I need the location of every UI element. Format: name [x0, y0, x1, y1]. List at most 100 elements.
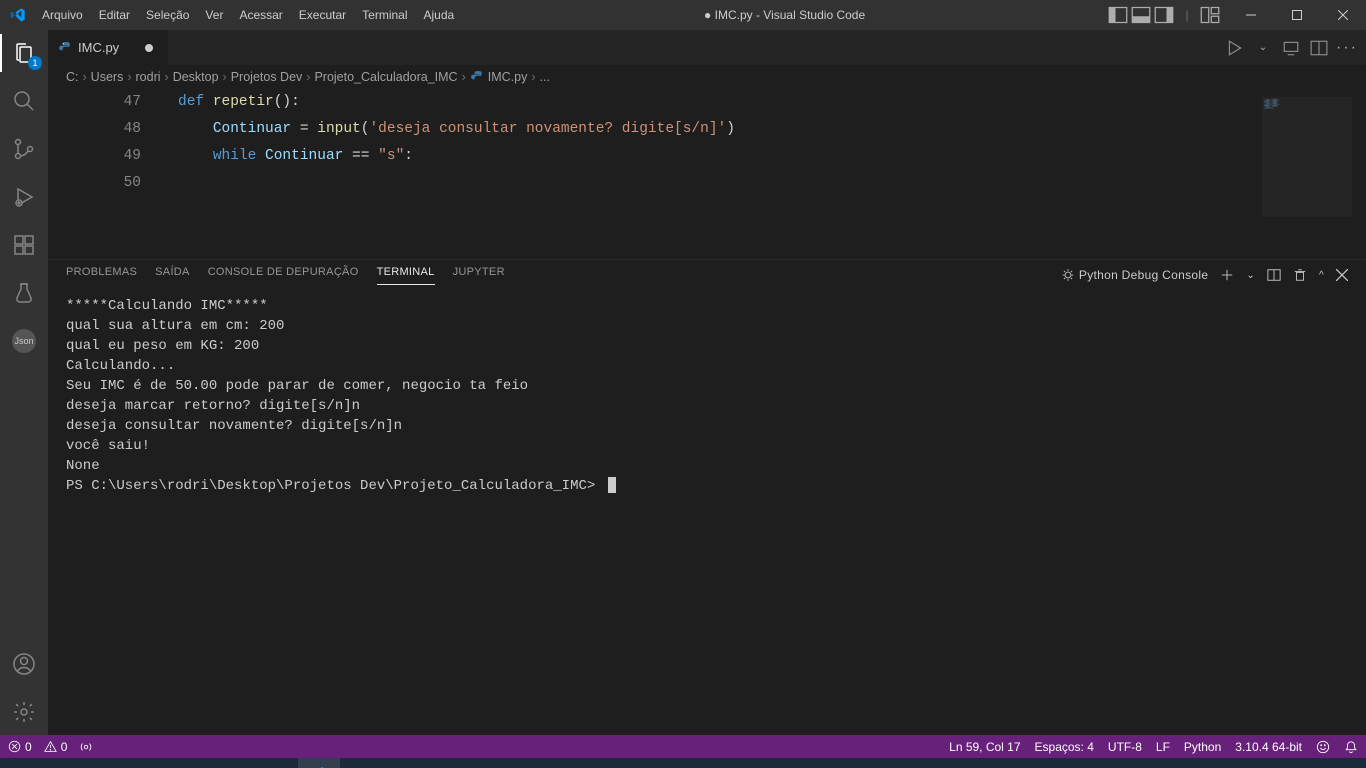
- terminal-profile-label: Python Debug Console: [1079, 268, 1208, 282]
- crumb-1[interactable]: Users: [91, 70, 124, 84]
- panel-tab-problemas[interactable]: PROBLEMAS: [66, 266, 137, 284]
- menu-arquivo[interactable]: Arquivo: [35, 0, 90, 30]
- terminal-dropdown-icon[interactable]: ⌄: [1246, 270, 1255, 281]
- window-title: ● IMC.py - Visual Studio Code: [461, 8, 1108, 22]
- status-feedback-icon[interactable]: [1316, 740, 1330, 754]
- menu-bar: Arquivo Editar Seleção Ver Acessar Execu…: [35, 0, 461, 30]
- new-terminal-icon[interactable]: [1220, 268, 1234, 282]
- toggle-primary-sidebar-icon[interactable]: [1108, 5, 1128, 25]
- activity-search[interactable]: [0, 86, 48, 116]
- code-editor[interactable]: 47484950 def repetir(): Continuar = inpu…: [48, 89, 1366, 259]
- status-eol[interactable]: LF: [1156, 740, 1170, 754]
- layout-controls: |: [1108, 5, 1228, 25]
- taskbar-app-vscode[interactable]: [298, 758, 340, 768]
- maximize-button[interactable]: [1274, 0, 1320, 30]
- crumb-file-label: IMC.py: [488, 70, 528, 84]
- crumb-0[interactable]: C:: [66, 70, 79, 84]
- crumb-5[interactable]: Projeto_Calculadora_IMC: [314, 70, 457, 84]
- editor-group: IMC.py ⌄ ··· C:› Users› rodri› Desktop› …: [48, 30, 1366, 735]
- kill-terminal-icon[interactable]: [1293, 268, 1307, 282]
- taskbar-app-chrome[interactable]: [172, 758, 214, 768]
- status-errors-count: 0: [25, 740, 32, 754]
- customize-layout-icon[interactable]: [1200, 5, 1220, 25]
- status-interpreter[interactable]: 3.10.4 64-bit: [1235, 740, 1302, 754]
- taskbar-search-icon[interactable]: [46, 758, 88, 768]
- start-button[interactable]: [4, 758, 46, 768]
- dirty-indicator-icon: [145, 44, 153, 52]
- taskbar-app-mail[interactable]: [214, 758, 256, 768]
- title-bar: Arquivo Editar Seleção Ver Acessar Execu…: [0, 0, 1366, 30]
- broadcast-icon: [79, 740, 93, 754]
- more-actions-icon[interactable]: ···: [1338, 39, 1356, 57]
- close-button[interactable]: [1320, 0, 1366, 30]
- panel-tab-saida[interactable]: SAÍDA: [155, 266, 190, 284]
- status-indentation[interactable]: Espaços: 4: [1035, 740, 1094, 754]
- toggle-secondary-sidebar-icon[interactable]: [1154, 5, 1174, 25]
- run-dropdown-icon[interactable]: ⌄: [1254, 39, 1272, 57]
- activity-settings[interactable]: [0, 697, 48, 727]
- crumb-tail[interactable]: ...: [540, 70, 550, 84]
- toggle-panel-icon[interactable]: [1131, 5, 1151, 25]
- activity-explorer[interactable]: 1: [0, 38, 48, 68]
- terminal-output[interactable]: *****Calculando IMC*****qual sua altura …: [48, 290, 1366, 735]
- status-warnings[interactable]: 0: [44, 740, 68, 754]
- crumb-2[interactable]: rodri: [136, 70, 161, 84]
- taskbar-app-spinner[interactable]: [340, 758, 382, 768]
- json-icon: Json: [12, 329, 36, 353]
- terminal-profile[interactable]: Python Debug Console: [1061, 268, 1208, 282]
- bug-icon: [1061, 268, 1075, 282]
- editor-actions: ⌄ ···: [1226, 30, 1366, 65]
- activity-bar: 1 Json: [0, 30, 48, 735]
- tab-title: IMC.py: [78, 40, 119, 55]
- panel-close-icon[interactable]: [1336, 269, 1348, 281]
- run-play-icon[interactable]: [1226, 39, 1244, 57]
- taskbar-app-explorer[interactable]: [130, 758, 172, 768]
- task-view-icon[interactable]: [88, 758, 130, 768]
- activity-testing[interactable]: [0, 278, 48, 308]
- warning-icon: [44, 740, 57, 753]
- menu-terminal[interactable]: Terminal: [355, 0, 414, 30]
- bottom-panel: PROBLEMAS SAÍDA CONSOLE DE DEPURAÇÃO TER…: [48, 259, 1366, 735]
- status-live-share[interactable]: [79, 740, 93, 754]
- editor-tabs: IMC.py ⌄ ···: [48, 30, 1366, 65]
- explorer-badge: 1: [28, 56, 42, 70]
- activity-run-debug[interactable]: [0, 182, 48, 212]
- menu-editar[interactable]: Editar: [92, 0, 137, 30]
- split-editor-icon[interactable]: [1310, 39, 1328, 57]
- menu-ajuda[interactable]: Ajuda: [417, 0, 462, 30]
- divider: |: [1177, 5, 1197, 25]
- activity-extensions[interactable]: [0, 230, 48, 260]
- crumb-4[interactable]: Projetos Dev: [231, 70, 303, 84]
- split-terminal-icon[interactable]: [1267, 268, 1281, 282]
- window-controls: [1228, 0, 1366, 30]
- debug-run-icon[interactable]: [1282, 39, 1300, 57]
- crumb-3[interactable]: Desktop: [173, 70, 219, 84]
- status-encoding[interactable]: UTF-8: [1108, 740, 1142, 754]
- windows-taskbar: 19°C Limpo ^ POR 22:57: [0, 758, 1366, 768]
- minimap[interactable]: ▂▃▅▃▂▃▅▆▃▂▃▅▆▃▂▃▅▆▃▂▃▅▃▂▃▅▆▃▂▃▅▆▃▂▃▅▆▃▂▃…: [1262, 97, 1352, 217]
- panel-tab-jupyter[interactable]: JUPYTER: [453, 266, 505, 284]
- status-cursor-position[interactable]: Ln 59, Col 17: [949, 740, 1020, 754]
- activity-json[interactable]: Json: [0, 326, 48, 356]
- taskbar-app-edge[interactable]: [382, 758, 424, 768]
- panel-tab-terminal[interactable]: TERMINAL: [377, 266, 435, 285]
- status-bar: 0 0 Ln 59, Col 17 Espaços: 4 UTF-8 LF Py…: [0, 735, 1366, 758]
- crumb-file[interactable]: IMC.py: [470, 70, 528, 84]
- menu-ver[interactable]: Ver: [198, 0, 230, 30]
- status-notifications-icon[interactable]: [1344, 740, 1358, 754]
- activity-source-control[interactable]: [0, 134, 48, 164]
- tab-imc-py[interactable]: IMC.py: [48, 30, 168, 65]
- taskbar-app-terminal[interactable]: [256, 758, 298, 768]
- menu-acessar[interactable]: Acessar: [232, 0, 289, 30]
- activity-accounts[interactable]: [0, 649, 48, 679]
- status-errors[interactable]: 0: [8, 740, 32, 754]
- breadcrumbs[interactable]: C:› Users› rodri› Desktop› Projetos Dev›…: [48, 65, 1366, 89]
- menu-selecao[interactable]: Seleção: [139, 0, 196, 30]
- minimize-button[interactable]: [1228, 0, 1274, 30]
- status-language[interactable]: Python: [1184, 740, 1221, 754]
- panel-maximize-icon[interactable]: ^: [1319, 270, 1324, 281]
- panel-tab-console-depuracao[interactable]: CONSOLE DE DEPURAÇÃO: [208, 266, 359, 284]
- menu-executar[interactable]: Executar: [292, 0, 353, 30]
- panel-tabs: PROBLEMAS SAÍDA CONSOLE DE DEPURAÇÃO TER…: [48, 260, 1366, 290]
- error-icon: [8, 740, 21, 753]
